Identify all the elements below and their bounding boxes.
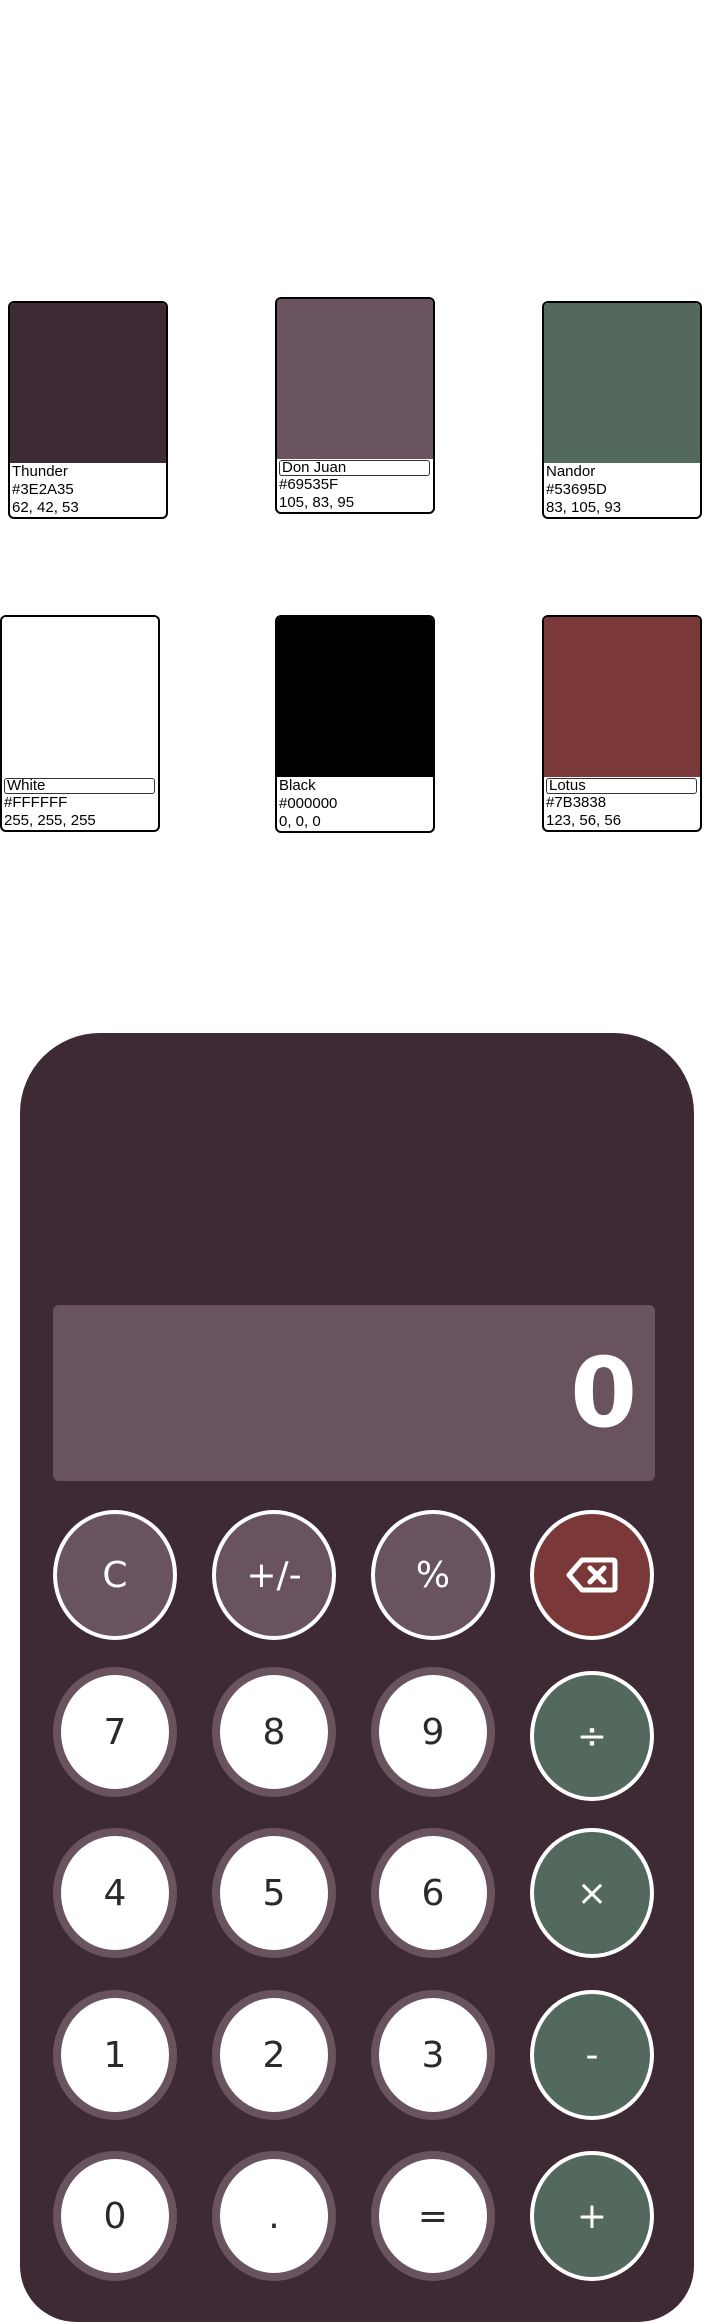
- digit-4-label: 4: [103, 1872, 127, 1914]
- digit-5-button[interactable]: 5: [212, 1828, 336, 1958]
- swatch-rgb: 123, 56, 56: [546, 812, 622, 829]
- swatch-color: [277, 299, 433, 459]
- subtract-button[interactable]: -: [530, 1990, 654, 2120]
- digit-5-label: 5: [262, 1872, 286, 1914]
- calculator-display: 0: [53, 1305, 655, 1481]
- calculator: 0 C +/- % 7 8 9 ÷ 4 5 6 × 1 2 3 - 0 . = …: [20, 1033, 694, 2322]
- digit-6-label: 6: [421, 1872, 445, 1914]
- swatch-name: Thunder: [12, 463, 68, 480]
- toggle-sign-button[interactable]: +/-: [212, 1510, 336, 1640]
- add-label: +: [576, 2195, 608, 2237]
- swatch-name: Don Juan: [279, 460, 430, 476]
- clear-button[interactable]: C: [53, 1510, 177, 1640]
- divide-label: ÷: [576, 1715, 608, 1757]
- swatch-hex: #53695D: [546, 481, 607, 498]
- swatch-info: Nandor #53695D 83, 105, 93: [544, 463, 700, 517]
- swatch-name: Nandor: [546, 463, 596, 480]
- swatch-thunder: Thunder #3E2A35 62, 42, 53: [8, 301, 168, 519]
- swatch-rgb: 105, 83, 95: [279, 494, 355, 511]
- digit-3-label: 3: [421, 2034, 445, 2076]
- percent-label: %: [415, 1554, 451, 1596]
- swatch-name: Black: [279, 777, 316, 794]
- swatch-name: Lotus: [546, 778, 697, 794]
- digit-8-label: 8: [262, 1711, 286, 1753]
- digit-8-button[interactable]: 8: [212, 1667, 336, 1797]
- swatch-nandor: Nandor #53695D 83, 105, 93: [542, 301, 702, 519]
- digit-6-button[interactable]: 6: [371, 1828, 495, 1958]
- swatch-hex: #3E2A35: [12, 481, 74, 498]
- divide-button[interactable]: ÷: [530, 1671, 654, 1801]
- equals-label: =: [417, 2195, 449, 2237]
- swatch-color: [10, 303, 166, 463]
- swatch-info: White #FFFFFF 255, 255, 255: [2, 778, 158, 830]
- swatch-white: White #FFFFFF 255, 255, 255: [0, 615, 160, 832]
- swatch-info: Don Juan #69535F 105, 83, 95: [277, 460, 433, 512]
- swatch-hex: #7B3838: [546, 794, 607, 811]
- swatch-info: Lotus #7B3838 123, 56, 56: [544, 778, 700, 830]
- swatch-don-juan: Don Juan #69535F 105, 83, 95: [275, 297, 435, 514]
- swatch-hex: #000000: [279, 795, 338, 812]
- multiply-button[interactable]: ×: [530, 1828, 654, 1958]
- swatch-rgb: 83, 105, 93: [546, 499, 622, 516]
- equals-button[interactable]: =: [371, 2151, 495, 2281]
- swatch-hex: #FFFFFF: [4, 794, 68, 811]
- digit-9-button[interactable]: 9: [371, 1667, 495, 1797]
- swatch-hex: #69535F: [279, 476, 339, 493]
- decimal-button[interactable]: .: [212, 2151, 336, 2281]
- digit-7-label: 7: [103, 1711, 127, 1753]
- clear-label: C: [102, 1554, 128, 1596]
- display-value: 0: [570, 1337, 637, 1449]
- toggle-sign-label: +/-: [246, 1554, 302, 1596]
- digit-1-button[interactable]: 1: [53, 1990, 177, 2120]
- backspace-icon: [566, 1557, 618, 1593]
- swatch-black: Black #000000 0, 0, 0: [275, 615, 435, 833]
- decimal-label: .: [268, 2195, 280, 2237]
- add-button[interactable]: +: [530, 2151, 654, 2281]
- digit-0-button[interactable]: 0: [53, 2151, 177, 2281]
- swatch-info: Black #000000 0, 0, 0: [277, 777, 433, 831]
- swatch-color: [277, 617, 433, 777]
- subtract-label: -: [585, 2034, 599, 2076]
- swatch-color: [2, 617, 158, 777]
- digit-4-button[interactable]: 4: [53, 1828, 177, 1958]
- percent-button[interactable]: %: [371, 1510, 495, 1640]
- digit-2-button[interactable]: 2: [212, 1990, 336, 2120]
- digit-2-label: 2: [262, 2034, 286, 2076]
- swatch-color: [544, 617, 700, 777]
- digit-9-label: 9: [421, 1711, 445, 1753]
- digit-1-label: 1: [103, 2034, 127, 2076]
- swatch-name: White: [4, 778, 155, 794]
- swatch-rgb: 62, 42, 53: [12, 499, 79, 516]
- swatch-rgb: 255, 255, 255: [4, 812, 96, 829]
- digit-7-button[interactable]: 7: [53, 1667, 177, 1797]
- digit-3-button[interactable]: 3: [371, 1990, 495, 2120]
- swatch-info: Thunder #3E2A35 62, 42, 53: [10, 463, 166, 517]
- digit-0-label: 0: [103, 2195, 127, 2237]
- multiply-label: ×: [576, 1872, 608, 1914]
- swatch-lotus: Lotus #7B3838 123, 56, 56: [542, 615, 702, 832]
- swatch-color: [544, 303, 700, 463]
- backspace-button[interactable]: [530, 1510, 654, 1640]
- swatch-rgb: 0, 0, 0: [279, 813, 321, 830]
